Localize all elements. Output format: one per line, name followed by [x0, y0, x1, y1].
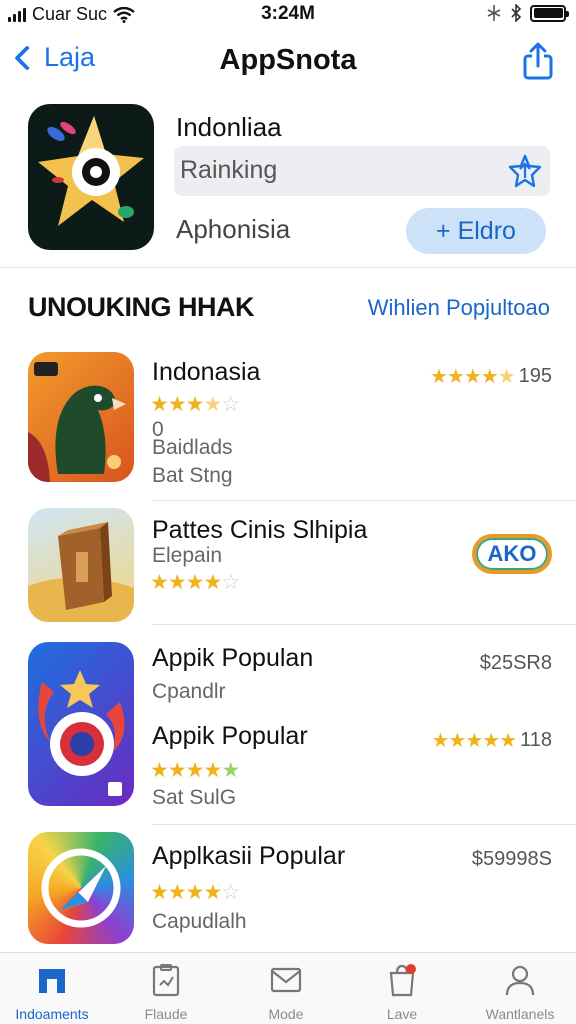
featured-app-category: Aphonisia	[176, 214, 291, 244]
tab-flaude[interactable]: Flaude	[116, 963, 216, 1022]
section-title: UNOUKING HHAK	[28, 292, 255, 322]
app-title: Pattes Cinis Slhipia	[152, 516, 368, 544]
status-badge[interactable]: AKO	[472, 534, 552, 574]
app-subtitle: Cpandlr	[152, 680, 226, 703]
see-all-link[interactable]: Wihlien Popjultoao	[368, 295, 550, 321]
row-divider	[152, 624, 576, 625]
app-title: Appik Populan	[152, 644, 314, 672]
rating-count: 195	[518, 365, 552, 387]
mail-icon	[270, 967, 302, 993]
tab-lave[interactable]: Lave	[352, 963, 452, 1022]
app-subtitle: Sat SulG	[152, 786, 237, 809]
tab-mode[interactable]: Mode	[236, 963, 336, 1022]
rating-stars: ★★★★☆	[150, 881, 240, 904]
app-rating-summary: ★★★★★ 118	[431, 728, 552, 753]
status-bar: Cuar Suc 3:24M	[0, 0, 576, 28]
app-icon	[28, 508, 134, 622]
app-title: Applkasii Popular	[152, 842, 346, 870]
tab-label: Wantlanels	[485, 1006, 555, 1022]
app-price: $59998S	[471, 848, 552, 870]
location-icon	[487, 5, 501, 21]
app-rating-summary: ★★★★★ 195	[430, 364, 552, 389]
tab-label: Flaude	[144, 1006, 188, 1022]
battery-icon	[530, 4, 569, 22]
tab-indoaments[interactable]: Indoaments	[2, 963, 102, 1022]
app-title: Appik Popular	[152, 722, 308, 750]
tab-label: Lave	[386, 1006, 418, 1022]
featured-app: Indonliaa Rainking Aphonisia + Eldro	[0, 102, 576, 266]
app-price: $25SR8	[479, 652, 552, 674]
featured-app-name: Indonliaa	[176, 112, 282, 142]
share-icon	[523, 42, 553, 80]
rating-stars: ★★★★☆	[150, 571, 240, 594]
app-icon	[28, 352, 134, 482]
app-title: Indonasia	[152, 358, 261, 386]
rating-stars: ★★★★★	[431, 730, 517, 752]
bluetooth-icon	[511, 4, 522, 22]
tab-bar: Indoaments Flaude Mode Lave Wantlanels	[0, 952, 576, 1024]
list-item[interactable]: Pattes Cinis Slhipia Elepain ★★★★☆ AKO	[0, 506, 576, 626]
share-button[interactable]	[522, 42, 554, 85]
page-title: AppSnota	[219, 44, 357, 76]
divider	[0, 267, 576, 268]
app-icon	[28, 832, 134, 944]
tab-label: Mode	[268, 1006, 304, 1022]
tab-label: Indoaments	[15, 1006, 89, 1022]
navigation-bar: Laja AppSnota	[0, 34, 576, 90]
app-line-2: Baidlads	[152, 436, 233, 459]
row-divider	[152, 500, 576, 501]
list-item[interactable]: Applkasii Popular ★★★★☆ Capudlalh $59998…	[0, 830, 576, 946]
tab-wantlanels[interactable]: Wantlanels	[470, 963, 570, 1022]
rating-count: 118	[520, 729, 552, 751]
rating-stars: ★★★★☆	[150, 393, 240, 416]
clipboard-icon	[152, 964, 180, 997]
status-right	[486, 4, 569, 22]
featured-app-icon[interactable]	[28, 104, 154, 250]
row-divider	[152, 824, 576, 825]
app-subtitle: Capudlalh	[152, 910, 247, 933]
app-line-3: Bat Stng	[152, 464, 233, 487]
list-item[interactable]: Appik Populan Cpandlr $25SR8 Appik Popul…	[0, 636, 576, 825]
person-icon	[505, 965, 535, 996]
get-button[interactable]: + Eldro	[406, 208, 546, 254]
home-icon	[39, 969, 65, 993]
app-icon	[28, 642, 134, 806]
list-item[interactable]: Indonasia ★★★★☆ 0 Baidlads Bat Stng ★★★★…	[0, 350, 576, 501]
app-subtitle: Elepain	[152, 544, 223, 567]
ranking-field[interactable]: Rainking	[174, 146, 550, 196]
rating-stars: ★★★★★	[150, 759, 240, 782]
ranking-label: Rainking	[180, 156, 278, 184]
rating-stars: ★★★★★	[429, 366, 516, 388]
bag-icon	[389, 964, 416, 997]
star-share-icon[interactable]	[506, 152, 544, 190]
